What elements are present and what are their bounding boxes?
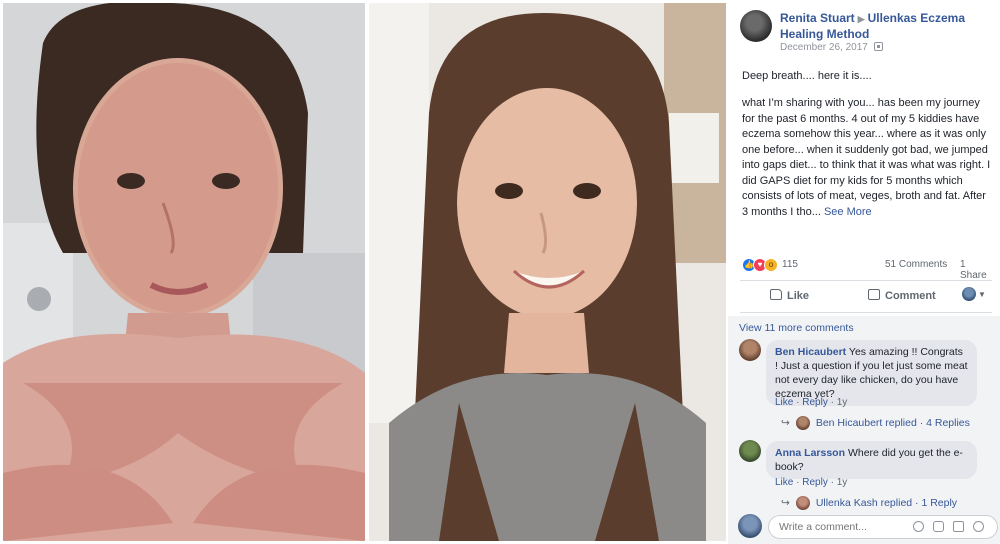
current-user-avatar [738, 514, 762, 538]
comments-count[interactable]: 51 Comments [885, 259, 947, 270]
reply-arrow-icon: ↪ [781, 416, 790, 429]
reaction-count[interactable]: 115 [782, 259, 798, 270]
replies-link[interactable]: ↪ Ben Hicaubert replied · 4 Replies [781, 416, 970, 430]
sticker-icon[interactable] [973, 521, 984, 532]
author-avatar[interactable] [740, 10, 772, 42]
comment-like-link[interactable]: Like [775, 397, 793, 408]
comment-button-label: Comment [885, 290, 936, 302]
divider [740, 280, 992, 281]
photo-collage[interactable] [0, 0, 728, 544]
facebook-post-panel: Renita Stuart ▶ Ullenkas Eczema Healing Me… [728, 0, 1000, 544]
comments-section: View 11 more comments Ben Hicaubert Yes … [728, 316, 1000, 544]
post-title-line: Renita Stuart ▶ Ullenkas Eczema Healing Me… [780, 11, 994, 42]
view-more-comments-link[interactable]: View 11 more comments [739, 322, 854, 334]
see-more-link[interactable]: See More [824, 206, 872, 218]
reaction-bar: 👍 ♥ o 115 51 Comments 1 Share [742, 258, 992, 281]
emoji-icon[interactable] [913, 521, 924, 532]
wow-reaction-icon[interactable]: o [764, 258, 778, 272]
commenter-avatar[interactable] [739, 339, 761, 361]
comment-age: 1y [836, 397, 848, 408]
like-icon [770, 289, 782, 300]
comment-age: 1y [836, 477, 848, 488]
comment-author[interactable]: Ben Hicaubert [775, 346, 846, 358]
reply-arrow-icon: ↪ [781, 496, 790, 509]
post-as-selector[interactable]: ▼ [962, 287, 986, 301]
replies-link[interactable]: ↪ Ullenka Kash replied · 1 Reply [781, 496, 957, 510]
camera-icon[interactable] [933, 521, 944, 532]
like-button[interactable]: Like [770, 289, 809, 302]
comment-button[interactable]: Comment [868, 289, 936, 302]
comment-icon [868, 289, 880, 300]
commenter-avatar[interactable] [739, 440, 761, 462]
post-body-text: what I’m sharing with you... has been my… [742, 97, 991, 218]
author-name[interactable]: Renita Stuart [780, 11, 855, 25]
before-photo[interactable] [3, 3, 365, 541]
comment-bubble: Anna Larsson Where did you get the e-boo… [766, 441, 977, 479]
post-date[interactable]: December 26, 2017 [780, 42, 868, 53]
post-header: Renita Stuart ▶ Ullenkas Eczema Healing Me… [740, 8, 996, 56]
globe-icon [873, 42, 883, 51]
chevron-down-icon: ▼ [978, 289, 986, 299]
arrow-right-icon: ▶ [857, 14, 865, 24]
comment-composer [736, 514, 998, 540]
comment-meta: Like · Reply · 1y [775, 397, 848, 408]
gif-icon[interactable] [953, 521, 964, 532]
comment-author[interactable]: Anna Larsson [775, 447, 845, 459]
comment-reply-link[interactable]: Reply [802, 477, 828, 488]
replies-summary: Ullenka Kash replied · 1 Reply [815, 496, 958, 509]
replies-summary: Ben Hicaubert replied · 4 Replies [815, 416, 970, 429]
divider [740, 312, 992, 313]
post-body: what I’m sharing with you... has been my… [742, 96, 994, 220]
replier-avatar [795, 496, 810, 510]
after-photo-illustration [369, 3, 726, 541]
before-photo-illustration [3, 3, 365, 541]
post-date-line: December 26, 2017 [780, 42, 883, 53]
comment-reply-link[interactable]: Reply [802, 397, 828, 408]
post-actions: Like Comment ▼ [740, 285, 992, 309]
user-avatar [962, 287, 976, 301]
shares-count[interactable]: 1 Share [960, 259, 992, 281]
after-photo[interactable] [369, 3, 726, 541]
comment-meta: Like · Reply · 1y [775, 477, 848, 488]
post-intro: Deep breath.... here it is.... [742, 70, 872, 82]
replier-avatar [795, 416, 810, 430]
comment-like-link[interactable]: Like [775, 477, 793, 488]
like-button-label: Like [787, 290, 810, 302]
